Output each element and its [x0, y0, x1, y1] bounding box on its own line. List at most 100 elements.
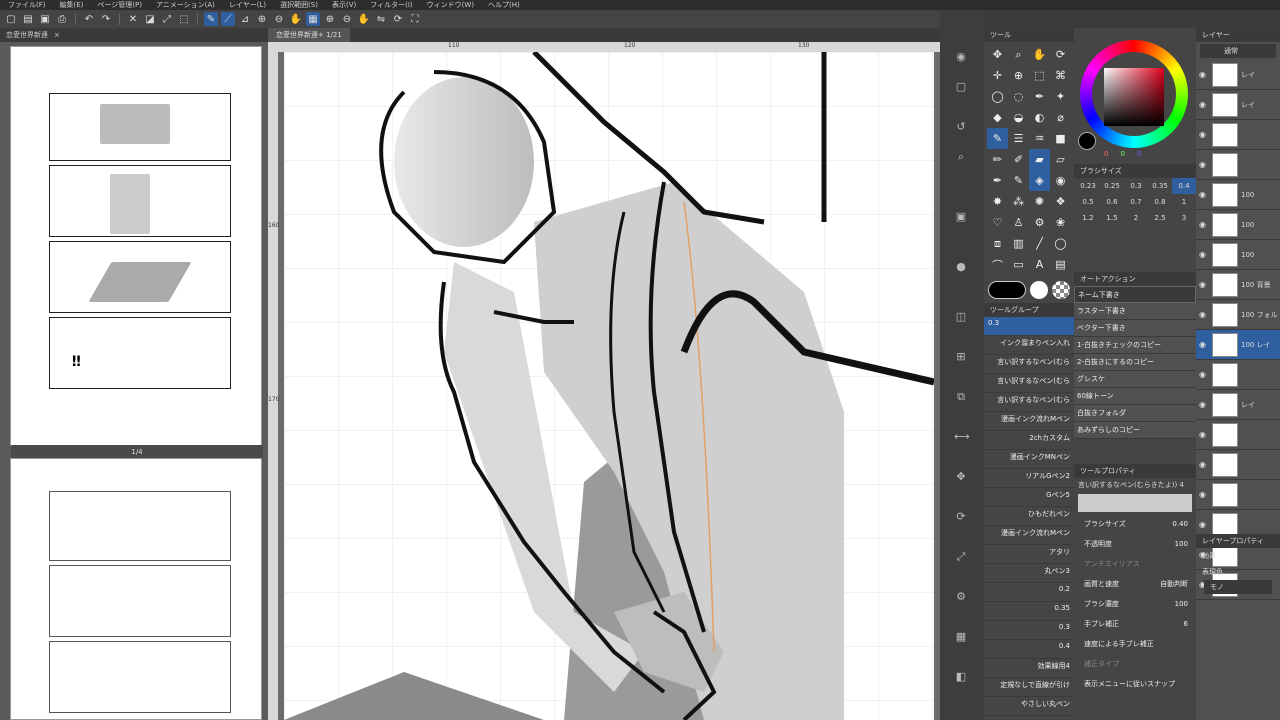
- layer-row[interactable]: ◉: [1196, 360, 1280, 390]
- ruler-icon[interactable]: ⊞: [954, 350, 968, 364]
- navigator-icon[interactable]: ◉: [954, 50, 968, 64]
- eyedropper-icon[interactable]: ✒: [1029, 86, 1050, 107]
- main-color-chip[interactable]: [988, 281, 1026, 299]
- subtool-item[interactable]: ひもだれペン: [984, 507, 1074, 526]
- hand-2-icon[interactable]: ✋: [357, 12, 371, 26]
- canvas-tab[interactable]: 恋愛世界新連+ 1/21: [268, 28, 350, 42]
- saturation-square[interactable]: [1104, 68, 1164, 126]
- subtool-item[interactable]: 0.35: [984, 602, 1074, 621]
- operation-icon[interactable]: ✛: [987, 65, 1008, 86]
- flower-icon[interactable]: ❀: [1050, 212, 1071, 233]
- brush-size-option[interactable]: 1.5: [1100, 210, 1124, 226]
- auto-action-item[interactable]: あみずらしのコピー: [1074, 422, 1196, 439]
- save-icon[interactable]: ▣: [38, 12, 52, 26]
- effect-icon[interactable]: ✸: [987, 191, 1008, 212]
- move-icon[interactable]: ✥: [954, 470, 968, 484]
- subtool-item[interactable]: 0.4: [984, 640, 1074, 659]
- ruler-snap-icon[interactable]: ⟋: [221, 12, 235, 26]
- search-icon[interactable]: ⌕: [954, 150, 968, 164]
- redo-icon[interactable]: ↷: [99, 12, 113, 26]
- rotate-icon[interactable]: ⟳: [954, 510, 968, 524]
- brush-icon[interactable]: ✐: [1008, 149, 1029, 170]
- subview-icon[interactable]: ▢: [954, 80, 968, 94]
- auto-action-item[interactable]: 1-白抜きチェックのコピー: [1074, 337, 1196, 354]
- subtool-item[interactable]: アタリ: [984, 545, 1074, 564]
- menu-help[interactable]: ヘルプ(H): [488, 0, 520, 10]
- value[interactable]: 6: [1184, 614, 1188, 634]
- eye-icon[interactable]: ◉: [1199, 460, 1209, 469]
- page-tab[interactable]: 恋愛世界新連: [6, 30, 48, 40]
- subtool-item[interactable]: 丸ペン3: [984, 564, 1074, 583]
- decoration-icon[interactable]: ❖: [1050, 191, 1071, 212]
- value[interactable]: 自動判断: [1160, 574, 1188, 594]
- eye-icon[interactable]: ◉: [1199, 520, 1209, 529]
- balloon-icon[interactable]: ◯: [1050, 233, 1071, 254]
- subtool-item[interactable]: 言い訳するなペン(むら: [984, 374, 1074, 393]
- link-icon[interactable]: ⟷: [954, 430, 970, 444]
- layer-row[interactable]: ◉: [1196, 420, 1280, 450]
- subtool-item[interactable]: 漫画インクMNペン: [984, 450, 1074, 469]
- menu-filter[interactable]: フィルター(I): [370, 0, 412, 10]
- subtool-item[interactable]: 0.3: [984, 621, 1074, 640]
- magic-wand-icon[interactable]: ✦: [1050, 86, 1071, 107]
- transparent-chip[interactable]: [1052, 281, 1070, 299]
- auto-action-item[interactable]: 白抜きフォルダ: [1074, 405, 1196, 422]
- transform-icon[interactable]: ⤢: [954, 550, 968, 564]
- layer-row[interactable]: ◉ 100 背景: [1196, 270, 1280, 300]
- airbrush-icon[interactable]: ⁂: [1008, 191, 1029, 212]
- view-icon[interactable]: ◧: [954, 670, 968, 684]
- marker-icon[interactable]: ▰: [1029, 149, 1050, 170]
- eye-icon[interactable]: ◉: [1199, 430, 1209, 439]
- material-icon[interactable]: ▣: [954, 210, 968, 224]
- gradient-icon[interactable]: ▥: [1008, 233, 1029, 254]
- open-icon[interactable]: ▤: [21, 12, 35, 26]
- subtool-item[interactable]: インク溜まりペン入れ: [984, 336, 1074, 355]
- fit-icon[interactable]: ⛶: [408, 12, 422, 26]
- menu-animation[interactable]: アニメーション(A): [156, 0, 215, 10]
- auto-action-item[interactable]: 60線トーン: [1074, 388, 1196, 405]
- speed-row[interactable]: 速度による手ブレ補正: [1074, 634, 1196, 654]
- eye-icon[interactable]: ◉: [1199, 130, 1209, 139]
- pencil-icon[interactable]: ✏: [987, 149, 1008, 170]
- select-tool-icon[interactable]: ⬚: [1029, 65, 1050, 86]
- hand-tool-icon[interactable]: ✋: [1029, 44, 1050, 65]
- menu-edit[interactable]: 編集(E): [60, 0, 84, 10]
- move-tool-icon[interactable]: ✥: [987, 44, 1008, 65]
- ruler-icon[interactable]: ⊿: [238, 12, 252, 26]
- layer-icon[interactable]: ◫: [954, 310, 968, 324]
- brush-size-option[interactable]: 0.4: [1172, 178, 1196, 194]
- print-icon[interactable]: ⎙: [55, 12, 69, 26]
- layer-row[interactable]: ◉ レイ: [1196, 390, 1280, 420]
- shirt-icon[interactable]: ♙: [1008, 212, 1029, 233]
- line-icon[interactable]: ╱: [1029, 233, 1050, 254]
- flip-icon[interactable]: ⇋: [374, 12, 388, 26]
- page-thumbnail-2[interactable]: [10, 458, 262, 720]
- layer-row[interactable]: ◉ レイ: [1196, 90, 1280, 120]
- lasso-2-icon[interactable]: ◌: [1008, 86, 1029, 107]
- brush-size-option[interactable]: 1.2: [1076, 210, 1100, 226]
- brush-size-option[interactable]: 0.25: [1100, 178, 1124, 194]
- subtool-item[interactable]: 効果線用4: [984, 659, 1074, 678]
- settings-icon[interactable]: ⚙: [954, 590, 968, 604]
- eye-icon[interactable]: ◉: [1199, 70, 1209, 79]
- eraser-icon[interactable]: ◆: [987, 107, 1008, 128]
- menu-window[interactable]: ウィンドウ(W): [427, 0, 474, 10]
- hand-icon[interactable]: ✋: [289, 12, 303, 26]
- blend-icon[interactable]: ◐: [1029, 107, 1050, 128]
- fill-icon[interactable]: ◒: [1008, 107, 1029, 128]
- layer-row[interactable]: ◉ 100 フォル: [1196, 300, 1280, 330]
- menu-page[interactable]: ページ管理(P): [97, 0, 142, 10]
- layer-move-icon[interactable]: ⊕: [1008, 65, 1029, 86]
- subtool-item[interactable]: リアルGペン2: [984, 469, 1074, 488]
- value[interactable]: 0.40: [1172, 514, 1188, 534]
- eraser-2-icon[interactable]: ▱: [1050, 149, 1071, 170]
- auto-action-select[interactable]: ネーム下書き: [1074, 286, 1196, 303]
- quality-row[interactable]: 画質と速度 自動判断: [1074, 574, 1196, 594]
- lasso-icon[interactable]: ◯: [987, 86, 1008, 107]
- transform-icon[interactable]: ⤢: [160, 12, 174, 26]
- page-thumbnail-1[interactable]: ‼ 1/4: [10, 46, 263, 459]
- expression-select[interactable]: モノ: [1204, 580, 1272, 594]
- eye-icon[interactable]: ◉: [1199, 160, 1209, 169]
- auto-action-item[interactable]: ラスター下書き: [1074, 303, 1196, 320]
- zoom-icon[interactable]: ⊕: [323, 12, 337, 26]
